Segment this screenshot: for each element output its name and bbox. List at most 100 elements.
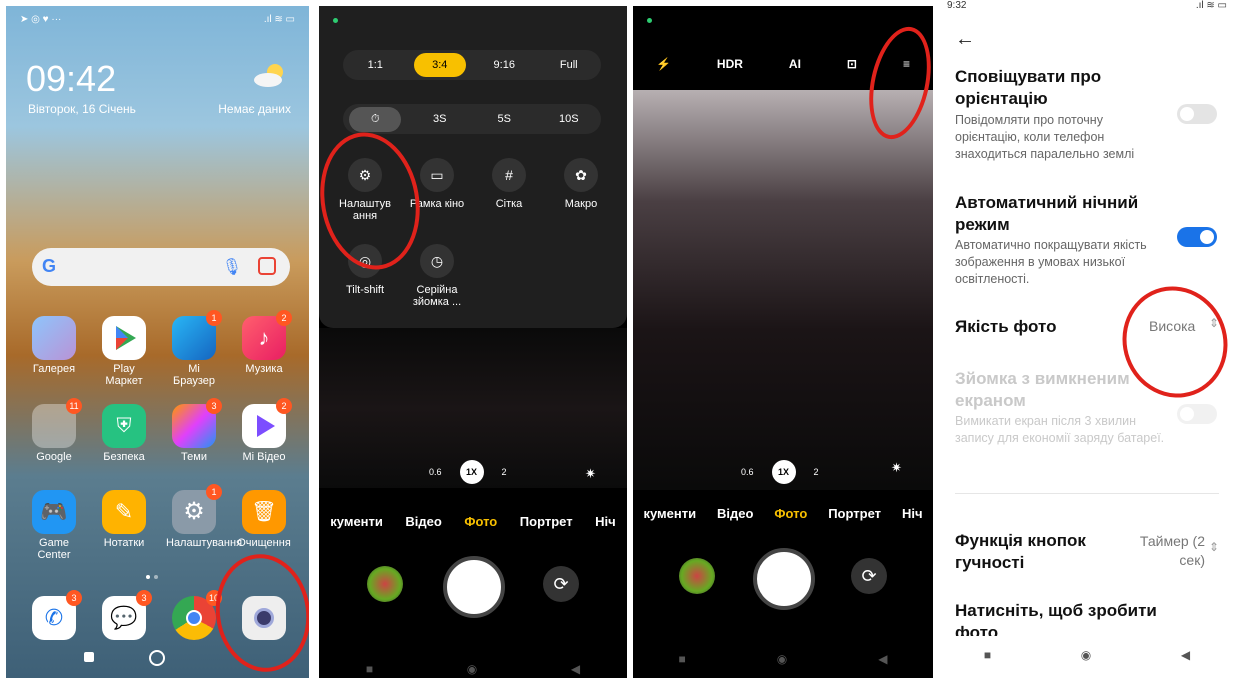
timer-3s[interactable]: 3S — [414, 107, 466, 131]
app-settings[interactable]: ⚙ 1 Налаштування — [166, 484, 242, 549]
macro-icon: ✿ — [564, 158, 598, 192]
hdr-toggle[interactable]: HDR — [717, 57, 743, 71]
app-themes[interactable]: 3 Теми — [166, 398, 222, 463]
lens-icon[interactable]: ⊡ — [847, 57, 857, 71]
gallery-thumbnail[interactable] — [679, 558, 715, 594]
tap-to-shoot-title[interactable]: Натисніть, щоб зробити фото — [955, 600, 1195, 636]
google-search-bar[interactable]: G 🎙 — [32, 248, 290, 286]
flash-off-icon[interactable]: ✷ — [891, 460, 902, 476]
app-music[interactable]: ♪ 2 Музика — [236, 310, 292, 375]
microphone-icon[interactable]: 🎙 — [222, 257, 242, 277]
app-play-store[interactable]: Play Маркет — [96, 316, 152, 387]
nav-home-icon[interactable]: ◉ — [1081, 648, 1091, 662]
aspect-9-16[interactable]: 9:16 — [478, 53, 530, 77]
privacy-dot — [333, 18, 338, 23]
app-browser[interactable]: 1 Mi Браузер — [166, 310, 222, 387]
zoom-1x[interactable]: 1X — [771, 460, 796, 484]
app-label: Налаштування — [166, 537, 243, 549]
mode-portrait[interactable]: Портрет — [828, 506, 881, 521]
app-gallery[interactable]: Галерея — [26, 316, 82, 375]
shutter-button[interactable] — [753, 548, 815, 610]
status-bar: ➤ ◎ ♥ ··· .ıl ≋ ▭ — [20, 14, 295, 28]
nav-home-icon[interactable]: ◉ — [777, 652, 787, 666]
nav-home-icon[interactable]: ◉ — [467, 662, 477, 676]
aspect-full[interactable]: Full — [543, 53, 595, 77]
mode-documents[interactable]: кументи — [643, 506, 696, 521]
weather-status: Немає даних — [218, 102, 291, 116]
app-label: Безпека — [103, 451, 145, 463]
camera-menu-screen: 1:1 3:4 9:16 Full ⏱ 3S 5S 10S ⚙ Налаштув… — [319, 6, 627, 678]
zoom-2x[interactable]: 2 — [502, 467, 507, 477]
nav-home-icon[interactable] — [149, 650, 165, 666]
timer-10s[interactable]: 10S — [543, 107, 595, 131]
auto-night-mode-toggle[interactable] — [1177, 227, 1217, 247]
nav-back-icon[interactable]: ◀ — [571, 662, 580, 676]
zoom-1x[interactable]: 1X — [459, 460, 484, 484]
flash-icon[interactable]: ⚡ — [656, 57, 671, 71]
ai-toggle[interactable]: AI — [789, 57, 801, 71]
option-grid[interactable]: # Сітка — [473, 158, 545, 210]
mode-photo[interactable]: Фото — [774, 506, 807, 521]
app-label: Mi Браузер — [173, 363, 215, 387]
app-game-center[interactable]: 🎮 Game Center — [26, 490, 82, 561]
timer-off-icon[interactable]: ⏱ — [349, 106, 402, 132]
option-label: Tilt-shift — [345, 284, 385, 296]
home-screen: ➤ ◎ ♥ ··· .ıl ≋ ▭ 09:42 Вівторок, 16 Січ… — [6, 6, 309, 678]
status-bar: 9:32 .ıl ≋ ▭ — [947, 0, 1227, 14]
shutter-button[interactable] — [443, 556, 505, 618]
setting-description: Вимикати екран після 3 хвилин запису для… — [955, 414, 1165, 445]
google-lens-icon[interactable] — [258, 257, 276, 275]
orientation-toggle[interactable] — [1177, 104, 1217, 124]
mode-video[interactable]: Відео — [717, 506, 753, 521]
gamepad-icon: 🎮 — [32, 490, 76, 534]
back-arrow-icon[interactable]: ← — [955, 28, 975, 51]
system-nav: ■ ◉ ◀ — [633, 652, 933, 666]
aspect-3-4[interactable]: 3:4 — [413, 53, 466, 77]
app-phone[interactable]: ✆ 3 — [26, 590, 82, 643]
app-notes[interactable]: ✎ Нотатки — [96, 490, 152, 549]
app-cleaner[interactable]: 🗑 Очищення — [236, 490, 292, 549]
nav-back-icon[interactable]: ◀ — [878, 652, 887, 666]
flash-off-icon[interactable]: ✷ — [585, 466, 596, 482]
app-video[interactable]: 2 Mi Відео — [236, 398, 292, 463]
mode-photo[interactable]: Фото — [464, 514, 497, 529]
volume-keys-value[interactable]: Таймер (2 сек) — [1125, 532, 1205, 570]
status-icons-right: .ıl ≋ ▭ — [1195, 0, 1227, 11]
mode-portrait[interactable]: Портрет — [520, 514, 573, 529]
setting-title: Сповіщувати про орієнтацію — [955, 67, 1102, 108]
switch-camera-icon[interactable]: ⟳ — [851, 558, 887, 594]
timer-5s[interactable]: 5S — [478, 107, 530, 131]
gallery-thumbnail[interactable] — [367, 566, 403, 602]
nav-recents-icon[interactable]: ■ — [366, 662, 373, 676]
google-folder-icon: 11 — [32, 398, 82, 448]
zoom-2x[interactable]: 2 — [814, 467, 819, 477]
mode-video[interactable]: Відео — [405, 514, 441, 529]
system-nav: ■ ◉ ◀ — [939, 648, 1235, 662]
nav-recents-icon[interactable]: ■ — [679, 652, 686, 666]
app-messages[interactable]: 💬 3 — [96, 590, 152, 643]
app-google-folder[interactable]: 11 Google — [26, 398, 82, 463]
app-security[interactable]: ⛨ Безпека — [96, 404, 152, 463]
browser-icon: 1 — [172, 310, 222, 360]
notification-badge: 2 — [276, 310, 292, 326]
aspect-1-1[interactable]: 1:1 — [349, 53, 401, 77]
switch-camera-icon[interactable]: ⟳ — [543, 566, 579, 602]
app-chrome[interactable]: 10 — [166, 590, 222, 643]
viewfinder[interactable] — [633, 90, 933, 490]
date: Вівторок, 16 Січень — [28, 102, 136, 116]
app-label: Галерея — [32, 363, 76, 375]
zoom-0-6[interactable]: 0.6 — [741, 467, 754, 477]
mode-night[interactable]: Ніч — [595, 514, 616, 529]
volume-keys-title[interactable]: Функція кнопок гучності — [955, 530, 1125, 574]
mode-night[interactable]: Ніч — [902, 506, 923, 521]
cleaner-icon: 🗑 — [242, 490, 286, 534]
option-burst[interactable]: ◷ Серійна зйомка ... — [401, 244, 473, 308]
privacy-dot — [647, 18, 652, 23]
mode-documents[interactable]: кументи — [330, 514, 383, 529]
phone-icon: ✆ 3 — [32, 590, 82, 640]
nav-recents-icon[interactable] — [84, 652, 94, 662]
nav-back-icon[interactable]: ◀ — [1181, 648, 1190, 662]
nav-recents-icon[interactable]: ■ — [984, 648, 991, 662]
zoom-0-6[interactable]: 0.6 — [429, 467, 442, 477]
option-macro[interactable]: ✿ Макро — [545, 158, 617, 210]
